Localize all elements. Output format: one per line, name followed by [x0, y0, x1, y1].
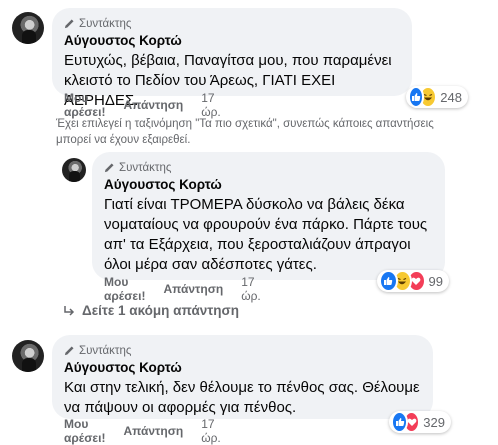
comment-time[interactable]: 17 ώρ.	[201, 417, 221, 445]
comment-text: Γιατί είναι ΤΡΟΜΕΡΑ δύσκολο να βάλεις δέ…	[104, 196, 428, 273]
reply-button[interactable]: Απάντηση	[163, 282, 223, 296]
comment-actions: Μου αρέσει! Απάντηση 17 ώρ.	[64, 91, 221, 119]
reactions-summary[interactable]: 99	[377, 270, 449, 292]
comment-bubble: Συντάκτης Αύγουστος Κορτώ Γιατί είναι ΤΡ…	[92, 152, 445, 280]
reply-button[interactable]: Απάντηση	[123, 98, 183, 112]
pencil-icon	[64, 19, 74, 29]
like-button[interactable]: Μου αρέσει!	[104, 275, 145, 303]
author-role: Συντάκτης	[64, 16, 400, 31]
pencil-icon	[64, 346, 74, 356]
like-button[interactable]: Μου αρέσει!	[64, 91, 105, 119]
author-role: Συντάκτης	[104, 160, 433, 175]
reactions-count: 248	[440, 89, 462, 105]
author-name[interactable]: Αύγουστος Κορτώ	[64, 359, 421, 377]
author-role: Συντάκτης	[64, 343, 421, 358]
comment-actions: Μου αρέσει! Απάντηση 17 ώρ.	[64, 417, 221, 445]
like-reaction-icon	[379, 270, 398, 292]
comment-time[interactable]: 17 ώρ.	[201, 91, 221, 119]
comment-bubble: Συντάκτης Αύγουστος Κορτώ Ευτυχώς, βέβαι…	[52, 8, 412, 109]
reply-button[interactable]: Απάντηση	[123, 424, 183, 438]
reply-arrow-icon	[64, 305, 75, 316]
avatar[interactable]	[12, 12, 44, 44]
reactions-count: 329	[423, 414, 445, 430]
author-name[interactable]: Αύγουστος Κορτώ	[104, 176, 433, 194]
reactions-count: 99	[428, 273, 443, 289]
avatar[interactable]	[12, 340, 44, 372]
comment-bubble: Συντάκτης Αύγουστος Κορτώ Και στην τελικ…	[52, 335, 433, 419]
comment-time[interactable]: 17 ώρ.	[241, 275, 261, 303]
author-name[interactable]: Αύγουστος Κορτώ	[64, 32, 400, 50]
avatar[interactable]	[62, 158, 86, 182]
reactions-summary[interactable]: 248	[406, 86, 468, 108]
like-reaction-icon	[391, 411, 409, 433]
sorting-notice: Έχει επιλεγεί η ταξινόμηση "Τα πιο σχετι…	[56, 118, 434, 146]
comment-actions: Μου αρέσει! Απάντηση 17 ώρ.	[104, 275, 261, 303]
reactions-summary[interactable]: 329	[389, 411, 451, 433]
like-button[interactable]: Μου αρέσει!	[64, 417, 105, 445]
view-more-replies-link[interactable]: Δείτε 1 ακόμη απάντηση	[62, 303, 239, 318]
pencil-icon	[104, 163, 114, 173]
comment-text: Και στην τελική, δεν θέλουμε το πένθος σ…	[64, 379, 420, 416]
